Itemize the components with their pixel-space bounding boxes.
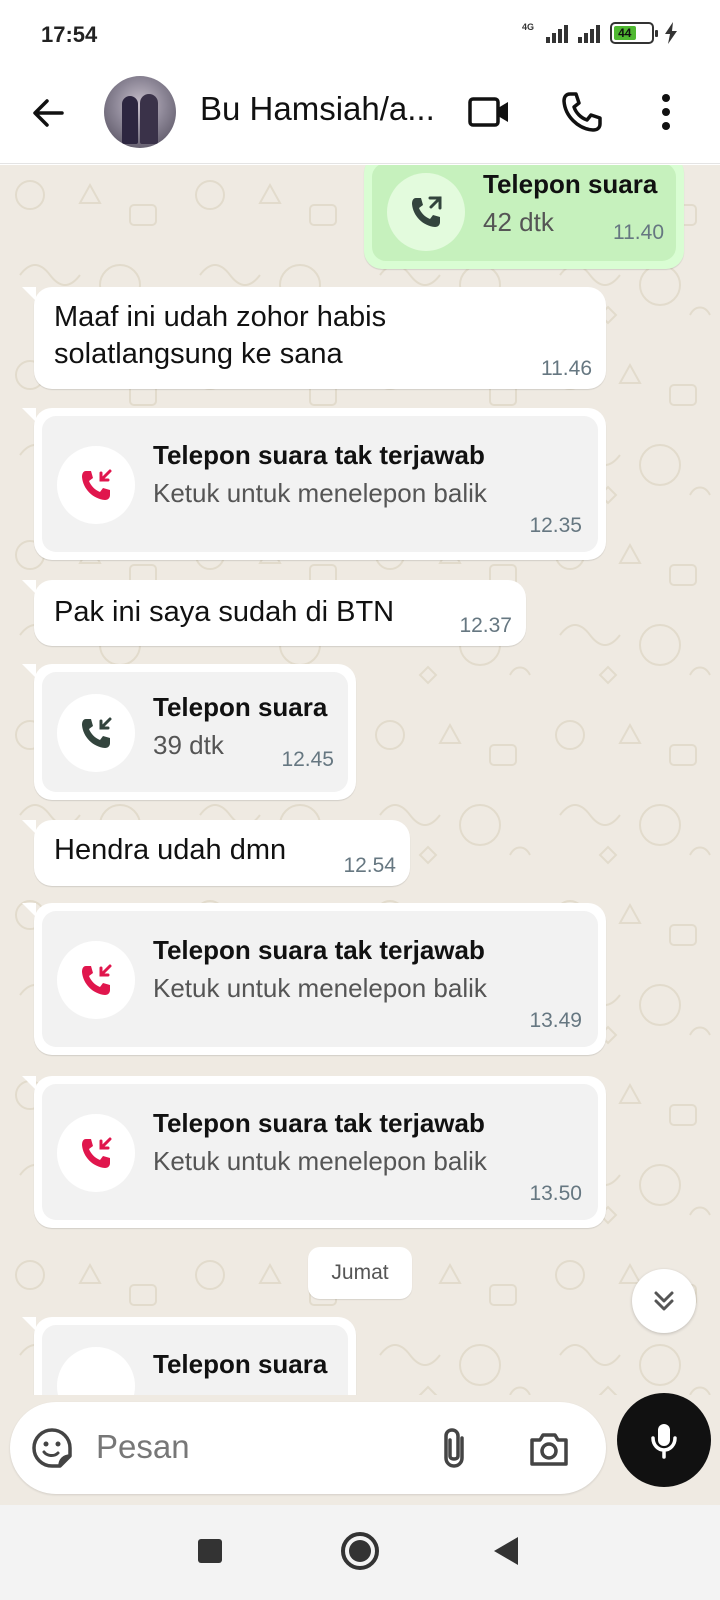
message-text: Hendra udah dmn bbox=[54, 834, 287, 866]
message-bubble[interactable]: Telepon suara tak terjawab Ketuk untuk m… bbox=[22, 903, 606, 1055]
contact-name[interactable]: Bu Hamsiah/a... bbox=[200, 90, 440, 128]
back-arrow-icon[interactable] bbox=[26, 90, 72, 136]
chat-header: Bu Hamsiah/a... bbox=[0, 68, 720, 164]
call-card[interactable]: Telepon suara 42 dtk 11.40 bbox=[372, 165, 676, 261]
message-line: solatlangsung ke sana bbox=[54, 338, 343, 370]
message-bubble[interactable]: Maaf ini udah zohor habis solatlangsung … bbox=[22, 287, 606, 389]
bubble-tail bbox=[22, 1076, 36, 1090]
mic-icon bbox=[651, 1424, 677, 1459]
call-title: Telepon suara tak terjawab bbox=[153, 440, 485, 470]
message-text: Maaf ini udah zohor habis solatlangsung … bbox=[54, 299, 386, 373]
missed-call-icon-wrap bbox=[57, 446, 135, 524]
scroll-down-icon bbox=[654, 1291, 674, 1311]
message-bubble[interactable]: Pak ini saya sudah di BTN 12.37 bbox=[22, 580, 526, 646]
missed-call-card[interactable]: Telepon suara tak terjawab Ketuk untuk m… bbox=[42, 1084, 598, 1220]
message-bubble[interactable]: Telepon suara tak terjawab Ketuk untuk m… bbox=[22, 1076, 606, 1228]
bubble-tail bbox=[22, 408, 36, 422]
avatar[interactable] bbox=[104, 76, 176, 148]
call-subtitle: Ketuk untuk menelepon balik bbox=[153, 478, 487, 508]
message-time: 13.49 bbox=[529, 1009, 582, 1032]
message-time: 12.37 bbox=[459, 614, 512, 637]
mic-button[interactable] bbox=[617, 1393, 711, 1487]
status-icons: 4G 44 bbox=[522, 22, 678, 44]
call-duration: 39 dtk bbox=[153, 730, 224, 760]
missed-call-card[interactable]: Telepon suara tak terjawab Ketuk untuk m… bbox=[42, 416, 598, 552]
missed-call-icon-wrap bbox=[57, 1114, 135, 1192]
outgoing-call-icon bbox=[412, 196, 442, 227]
message-input[interactable]: Pesan bbox=[10, 1402, 606, 1494]
message-text: Pak ini saya sudah di BTN bbox=[54, 596, 395, 628]
message-time: 13.50 bbox=[529, 1182, 582, 1205]
incoming-call-icon-wrap bbox=[57, 1347, 135, 1395]
attach-icon[interactable] bbox=[434, 1426, 478, 1470]
sticker-icon[interactable] bbox=[30, 1426, 74, 1470]
camera-icon[interactable] bbox=[526, 1426, 572, 1472]
message-time: 12.54 bbox=[343, 854, 396, 877]
call-title: Telepon suara bbox=[483, 169, 658, 199]
bubble-tail bbox=[22, 903, 36, 917]
message-bubble[interactable]: Telepon suara bbox=[22, 1317, 356, 1395]
nav-back-button[interactable] bbox=[494, 1537, 518, 1565]
call-title: Telepon suara bbox=[153, 1349, 328, 1379]
call-title: Telepon suara tak terjawab bbox=[153, 1108, 485, 1138]
call-duration: 42 dtk bbox=[483, 207, 554, 237]
input-placeholder: Pesan bbox=[96, 1428, 190, 1465]
bubble-tail bbox=[22, 580, 36, 594]
call-subtitle: Ketuk untuk menelepon balik bbox=[153, 1146, 487, 1176]
message-time: 12.45 bbox=[281, 748, 334, 771]
system-nav-bar bbox=[0, 1505, 720, 1600]
status-bar: 17:54 4G 44 bbox=[0, 0, 720, 68]
message-bubble[interactable]: Telepon suara 39 dtk 12.45 bbox=[22, 664, 356, 800]
battery-icon: 44 bbox=[610, 22, 658, 44]
home-button[interactable] bbox=[341, 1532, 379, 1570]
missed-call-icon bbox=[82, 1137, 112, 1168]
message-time: 11.46 bbox=[541, 357, 592, 380]
missed-call-icon bbox=[82, 469, 112, 500]
message-bubble[interactable]: Hendra udah dmn 12.54 bbox=[22, 820, 410, 886]
signal-icon-2 bbox=[578, 23, 600, 43]
battery-level: 44 bbox=[614, 26, 636, 40]
call-subtitle: Ketuk untuk menelepon balik bbox=[153, 973, 487, 1003]
video-call-icon[interactable] bbox=[466, 88, 514, 136]
incoming-call-icon-wrap bbox=[57, 694, 135, 772]
message-bubble[interactable]: Telepon suara 42 dtk 11.40 bbox=[364, 165, 684, 269]
message-time: 11.40 bbox=[613, 221, 664, 244]
date-divider: Jumat bbox=[308, 1247, 412, 1299]
message-bubble[interactable]: Telepon suara tak terjawab Ketuk untuk m… bbox=[22, 408, 606, 560]
call-card[interactable]: Telepon suara bbox=[42, 1325, 348, 1395]
recent-apps-button[interactable] bbox=[198, 1539, 222, 1563]
bubble-tail bbox=[22, 664, 36, 678]
call-title: Telepon suara bbox=[153, 692, 328, 722]
input-bar: Pesan bbox=[0, 1393, 720, 1505]
more-options-icon[interactable] bbox=[642, 88, 690, 136]
call-card[interactable]: Telepon suara 39 dtk 12.45 bbox=[42, 672, 348, 792]
voice-call-icon[interactable] bbox=[558, 88, 606, 136]
scroll-down-button[interactable] bbox=[632, 1269, 696, 1333]
incoming-call-icon bbox=[82, 717, 112, 748]
bubble-tail bbox=[22, 820, 36, 834]
chat-area[interactable]: Telepon suara 42 dtk 11.40 Maaf ini udah… bbox=[0, 165, 720, 1395]
bubble-tail bbox=[22, 287, 36, 301]
missed-call-icon-wrap bbox=[57, 941, 135, 1019]
missed-call-icon bbox=[82, 964, 112, 995]
message-time: 12.35 bbox=[529, 514, 582, 537]
status-time: 17:54 bbox=[41, 22, 98, 47]
network-type-label: 4G bbox=[521, 22, 534, 32]
signal-icon bbox=[546, 23, 568, 43]
message-line: Maaf ini udah zohor habis bbox=[54, 301, 387, 333]
call-title: Telepon suara tak terjawab bbox=[153, 935, 485, 965]
missed-call-card[interactable]: Telepon suara tak terjawab Ketuk untuk m… bbox=[42, 911, 598, 1047]
outgoing-call-icon-wrap bbox=[387, 173, 465, 251]
bubble-tail bbox=[22, 1317, 36, 1331]
charging-icon bbox=[665, 22, 677, 44]
